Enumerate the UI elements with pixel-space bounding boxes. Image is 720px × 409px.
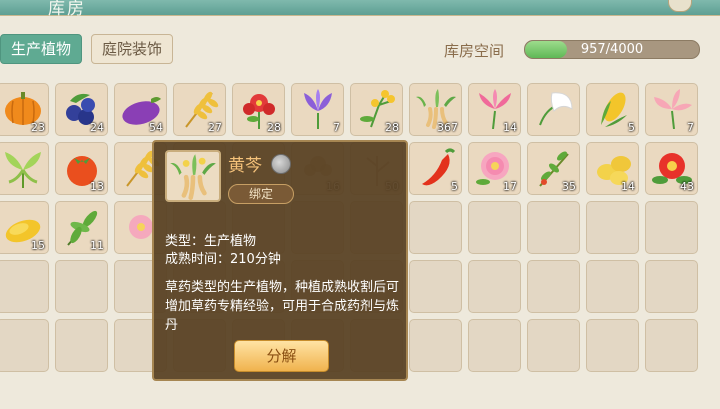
empty-slot[interactable]: [527, 319, 580, 372]
item-count: 28: [267, 121, 281, 134]
empty-slot[interactable]: [586, 201, 639, 254]
item-count: 13: [90, 180, 104, 193]
item-count: 54: [149, 121, 163, 134]
item-count: 5: [628, 121, 635, 134]
empty-slot[interactable]: [468, 260, 521, 313]
tooltip-item-name: 黄芩: [228, 156, 262, 176]
inventory-slot[interactable]: 43: [645, 142, 698, 195]
empty-slot[interactable]: [586, 319, 639, 372]
inventory-slot[interactable]: 11: [55, 201, 108, 254]
item-type: 类型：生产植物: [165, 234, 257, 249]
empty-slot[interactable]: [468, 319, 521, 372]
empty-slot[interactable]: [409, 260, 462, 313]
empty-slot[interactable]: [55, 319, 108, 372]
item-count: 17: [503, 180, 517, 193]
inventory-slot[interactable]: 15: [0, 201, 49, 254]
inventory-slot[interactable]: 54: [114, 83, 167, 136]
bound-badge: 绑定: [228, 184, 294, 204]
tooltip-item-icon: [165, 150, 221, 202]
white-lily-icon: [539, 92, 573, 126]
item-count: 14: [503, 121, 517, 134]
item-count: 27: [208, 121, 222, 134]
inventory-slot[interactable]: 14: [586, 142, 639, 195]
empty-slot[interactable]: [55, 260, 108, 313]
storage-bar-text: 957/4000: [580, 42, 644, 57]
empty-slot[interactable]: [645, 260, 698, 313]
item-count: 28: [385, 121, 399, 134]
empty-slot[interactable]: [409, 201, 462, 254]
inventory-slot[interactable]: 14: [468, 83, 521, 136]
inventory-slot[interactable]: [0, 142, 49, 195]
item-count: 14: [621, 180, 635, 193]
item-count: 43: [680, 180, 694, 193]
item-count: 367: [437, 121, 458, 134]
empty-slot[interactable]: [0, 319, 49, 372]
decompose-button[interactable]: 分解: [234, 340, 329, 372]
empty-slot[interactable]: [586, 260, 639, 313]
item-count: 35: [562, 180, 576, 193]
empty-slot[interactable]: [645, 201, 698, 254]
storage-label: 库房空间: [444, 42, 505, 60]
inventory-slot[interactable]: 24: [55, 83, 108, 136]
header-banner: 库房: [0, 0, 720, 19]
inventory-slot[interactable]: 23: [0, 83, 49, 136]
empty-slot[interactable]: [527, 201, 580, 254]
green-flower-icon: [5, 152, 41, 188]
root-herb-icon: [170, 154, 216, 200]
inventory-slot[interactable]: [527, 83, 580, 136]
item-maturity-time: 成熟时间：210分钟: [165, 252, 281, 267]
item-count: 11: [90, 239, 104, 252]
inventory-slot[interactable]: 7: [291, 83, 344, 136]
item-description: 草药类型的生产植物，种植成熟收割后可增加草药专精经验，可用于合成药剂与炼丹: [165, 280, 400, 333]
coin-icon: [271, 154, 291, 174]
page-title: 库房: [48, 0, 86, 19]
inventory-slot[interactable]: 28: [350, 83, 403, 136]
inventory-slot[interactable]: 27: [173, 83, 226, 136]
inventory-slot[interactable]: 13: [55, 142, 108, 195]
inventory-slot[interactable]: 5: [586, 83, 639, 136]
empty-slot[interactable]: [468, 201, 521, 254]
item-count: 24: [90, 121, 104, 134]
close-button[interactable]: [668, 0, 692, 12]
item-count: 23: [31, 121, 45, 134]
inventory-slot[interactable]: 28: [232, 83, 285, 136]
inventory-slot[interactable]: 35: [527, 142, 580, 195]
inventory-slot[interactable]: 7: [645, 83, 698, 136]
item-count: 7: [687, 121, 694, 134]
inventory-slot[interactable]: 17: [468, 142, 521, 195]
empty-slot[interactable]: [0, 260, 49, 313]
item-count: 15: [31, 239, 45, 252]
inventory-slot[interactable]: 5: [409, 142, 462, 195]
item-tooltip: 黄芩 绑定 类型：生产植物 成熟时间：210分钟 草药类型的生产植物，种植成熟收…: [152, 140, 408, 381]
item-count: 7: [333, 121, 340, 134]
empty-slot[interactable]: [527, 260, 580, 313]
tab-courtyard-decor[interactable]: 庭院装饰: [91, 34, 174, 64]
inventory-slot[interactable]: 367: [409, 83, 462, 136]
item-count: 5: [451, 180, 458, 193]
empty-slot[interactable]: [645, 319, 698, 372]
storage-bar: 957/4000: [524, 40, 700, 59]
tab-production-plants[interactable]: 生产植物: [0, 34, 83, 64]
empty-slot[interactable]: [409, 319, 462, 372]
